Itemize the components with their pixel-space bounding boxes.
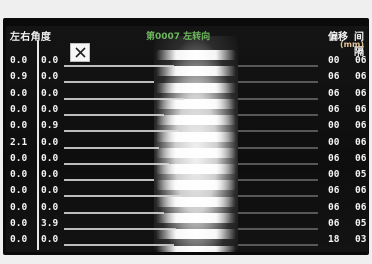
left-angle-value: 0.0: [10, 201, 28, 213]
interval-value: 06: [355, 71, 367, 83]
row-trace-line: [64, 113, 164, 116]
table-row: 0.0 0.0 00 05: [6, 169, 368, 182]
row-trace-line: [238, 195, 318, 198]
interval-value: 06: [355, 201, 367, 213]
device-frame: 左右角度 第0007 左转向 偏移 间隔 (mm) 0.0 0.0 00 06 0.9 0…: [0, 0, 372, 264]
right-angle-value: 3.9: [41, 218, 59, 229]
left-angle-value: 0.9: [10, 71, 28, 83]
row-trace-line: [64, 179, 154, 182]
interval-value: 05: [355, 169, 367, 181]
interval-value: 06: [355, 136, 367, 148]
table-row: 0.0 0.0 06 06: [6, 202, 368, 215]
row-trace-line: [64, 162, 169, 165]
right-angle-value: 0.0: [41, 87, 59, 99]
row-trace-line: [238, 113, 318, 116]
offset-value: 00: [328, 136, 340, 148]
left-right-angle-header: 左右角度: [10, 32, 52, 43]
row-trace-line: [238, 162, 318, 165]
left-angle-value: 2.1: [10, 136, 28, 148]
row-trace-line: [238, 244, 318, 247]
table-row: 0.0 0.0 06 06: [6, 88, 368, 101]
interval-value: 06: [355, 55, 367, 66]
left-angle-value: 0.0: [10, 234, 28, 246]
interval-value: 06: [355, 185, 367, 197]
interval-value: 06: [355, 103, 367, 115]
row-trace-line: [64, 211, 164, 214]
table-row: 0.9 0.0 06 06: [6, 71, 368, 84]
row-trace-line: [238, 211, 318, 214]
row-trace-line: [64, 228, 176, 230]
left-angle-value: 0.0: [10, 120, 28, 132]
row-trace-line: [238, 228, 318, 230]
right-angle-value: 0.0: [41, 152, 59, 164]
row-trace-line: [238, 130, 318, 133]
left-angle-value: 0.0: [10, 55, 28, 66]
offset-value: 00: [328, 55, 340, 66]
row-trace-line: [238, 65, 318, 67]
row-trace-line: [238, 146, 318, 149]
interval-value: 06: [355, 152, 367, 164]
offset-value: 06: [328, 201, 340, 213]
left-angle-value: 0.0: [10, 87, 28, 99]
row-trace-line: [64, 244, 174, 247]
table-row: 0.0 0.0 06 06: [6, 104, 368, 117]
left-angle-value: 0.0: [10, 185, 28, 197]
right-angle-value: 0.0: [41, 103, 59, 115]
offset-value: 06: [328, 87, 340, 99]
offset-value: 00: [328, 120, 340, 132]
display-screen: 左右角度 第0007 左转向 偏移 间隔 (mm) 0.0 0.0 00 06 0.9 0…: [6, 26, 368, 252]
row-trace-line: [64, 195, 182, 198]
interval-value: 05: [355, 218, 367, 229]
offset-value: 06: [328, 103, 340, 115]
offset-value: 06: [328, 218, 340, 229]
row-trace-line: [64, 130, 179, 133]
table-row: 0.0 0.0 06 06: [6, 153, 368, 166]
offset-value: 06: [328, 185, 340, 197]
row-trace-line: [238, 97, 318, 100]
row-trace-line: [64, 146, 159, 149]
row-trace-line: [238, 81, 318, 84]
table-row: 0.0 0.9 00 06: [6, 120, 368, 133]
offset-value: 06: [328, 152, 340, 164]
right-angle-value: 0.0: [41, 169, 59, 181]
table-row: 0.0 0.0 00 06: [6, 55, 368, 68]
table-row: 0.0 3.9 06 05: [6, 218, 368, 231]
interval-value: 06: [355, 120, 367, 132]
offset-value: 00: [328, 169, 340, 181]
center-status-title: 第0007 左转向: [146, 32, 211, 42]
right-angle-value: 0.9: [41, 120, 59, 132]
offset-value: 18: [328, 234, 340, 246]
table-row: 0.0 0.0 06 06: [6, 185, 368, 198]
table-row: 2.1 0.0 00 06: [6, 137, 368, 150]
row-trace-line: [64, 97, 184, 100]
right-angle-value: 0.0: [41, 136, 59, 148]
row-trace-line: [64, 81, 154, 84]
left-angle-value: 0.0: [10, 103, 28, 115]
right-angle-value: 0.0: [41, 55, 59, 66]
interval-value: 06: [355, 87, 367, 99]
left-angle-value: 0.0: [10, 152, 28, 164]
row-trace-line: [64, 65, 174, 67]
right-angle-value: 0.0: [41, 234, 59, 246]
row-trace-line: [238, 179, 318, 182]
offset-value: 06: [328, 71, 340, 83]
table-row: 0.0 0.0 18 03: [6, 234, 368, 247]
left-angle-value: 0.0: [10, 218, 28, 229]
unit-label: (mm): [340, 40, 364, 49]
right-angle-value: 0.0: [41, 71, 59, 83]
left-angle-value: 0.0: [10, 169, 28, 181]
right-angle-value: 0.0: [41, 185, 59, 197]
right-angle-value: 0.0: [41, 201, 59, 213]
interval-value: 03: [355, 234, 367, 246]
